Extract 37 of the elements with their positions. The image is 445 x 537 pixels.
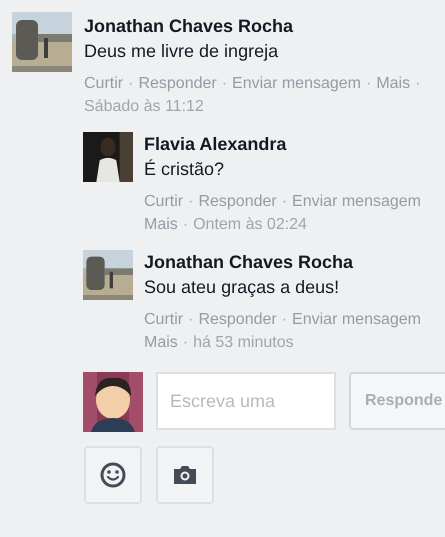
author-name[interactable]: Jonathan Chaves Rocha bbox=[84, 14, 420, 39]
separator-dot: · bbox=[222, 74, 228, 94]
action-link[interactable]: Mais bbox=[376, 72, 410, 95]
comment-input[interactable]: Escreva uma bbox=[156, 372, 336, 430]
separator-dot: · bbox=[128, 74, 134, 94]
separator-dot: · bbox=[282, 192, 288, 212]
separator-dot: · bbox=[182, 333, 188, 353]
action-link[interactable]: Curtir bbox=[144, 308, 184, 331]
author-name[interactable]: Jonathan Chaves Rocha bbox=[144, 250, 421, 275]
comment-text: Sou ateu graças a deus! bbox=[144, 276, 340, 299]
timestamp: Sábado às 11:12 bbox=[84, 97, 204, 117]
reply-button[interactable]: Responde bbox=[349, 372, 445, 430]
comment-text: Deus me livre de ingreja bbox=[84, 40, 280, 63]
action-link[interactable]: Enviar mensagem bbox=[232, 72, 361, 95]
action-link[interactable]: Mais bbox=[144, 213, 178, 236]
separator-dot: · bbox=[415, 74, 420, 94]
action-link[interactable]: Curtir bbox=[144, 190, 184, 213]
action-link[interactable]: Responder bbox=[138, 72, 217, 95]
action-link[interactable]: Curtir bbox=[84, 72, 124, 95]
timestamp: há 53 minutos bbox=[193, 333, 294, 353]
action-link[interactable]: Responder bbox=[198, 308, 277, 331]
separator-dot: · bbox=[366, 74, 372, 94]
author-name[interactable]: Flavia Alexandra bbox=[144, 132, 421, 157]
action-link[interactable]: Enviar mensagem bbox=[292, 190, 421, 213]
separator-dot: · bbox=[182, 215, 188, 235]
timestamp: Ontem às 02:24 bbox=[193, 215, 307, 235]
emoji-button[interactable] bbox=[84, 446, 142, 504]
smiley-icon bbox=[99, 461, 127, 489]
separator-dot: · bbox=[188, 192, 194, 212]
camera-button[interactable] bbox=[156, 446, 214, 504]
action-link[interactable]: Enviar mensagem bbox=[292, 308, 421, 331]
separator-dot: · bbox=[188, 310, 194, 330]
separator-dot: · bbox=[282, 310, 288, 330]
camera-icon bbox=[172, 465, 198, 485]
action-link[interactable]: Mais bbox=[144, 331, 178, 354]
action-link[interactable]: Responder bbox=[198, 190, 277, 213]
comment-text: É cristão? bbox=[144, 158, 226, 181]
